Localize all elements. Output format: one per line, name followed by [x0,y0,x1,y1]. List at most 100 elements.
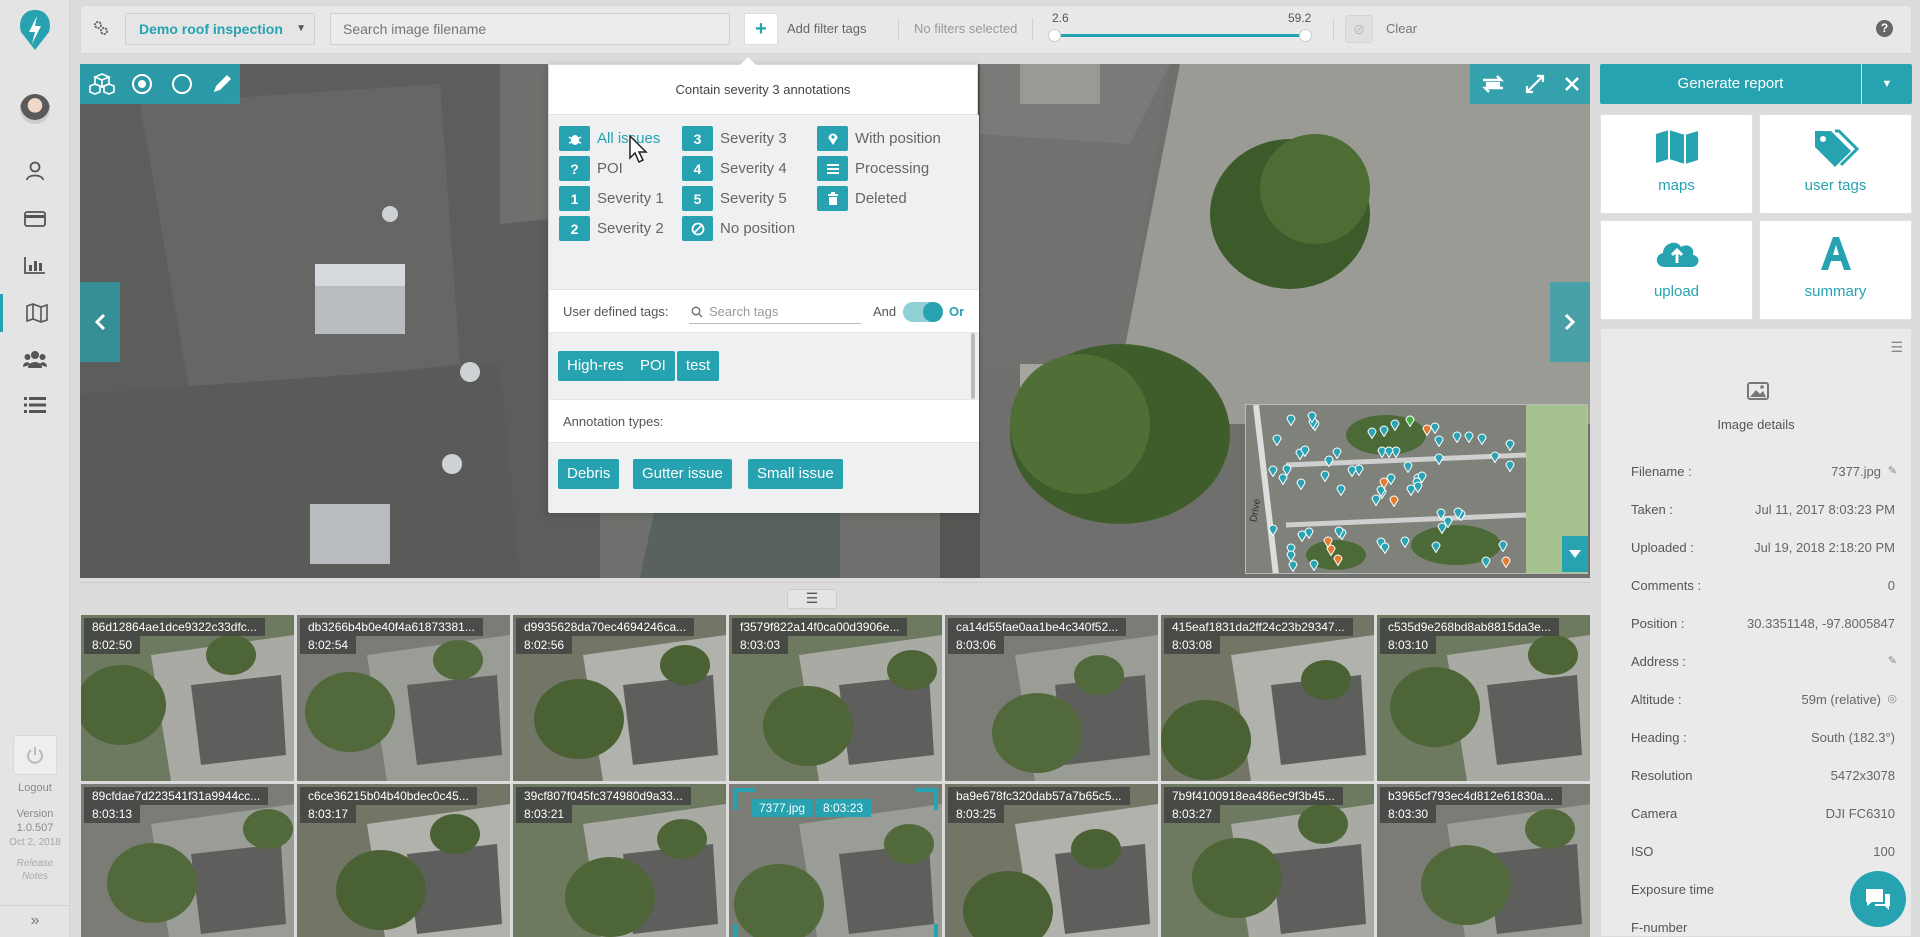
annotation-type-chip[interactable]: Gutter issue [633,459,732,489]
tag-chip[interactable]: test [677,351,720,381]
filter-severity-3[interactable]: 3 Severity 3 [682,126,787,151]
filter-severity-2[interactable]: 2 Severity 2 [559,216,664,241]
pencil-icon[interactable] [208,70,236,98]
avatar[interactable] [20,94,50,124]
map-pin-icon[interactable] [1400,535,1410,549]
filter-processing[interactable]: Processing [817,156,929,181]
image-search-input[interactable] [330,13,730,45]
filter-with-position[interactable]: With position [817,126,941,151]
map-pin-icon[interactable] [1498,539,1508,553]
filter-deleted[interactable]: Deleted [817,186,907,211]
next-image-arrow[interactable] [1550,282,1590,362]
add-filter-button[interactable]: + [744,13,778,45]
map-pin-icon[interactable] [1286,413,1296,427]
map-pin-icon[interactable] [1307,410,1317,424]
image-thumbnail[interactable]: f3579f822a14f0ca00d3906e... 8:03:03 [729,615,942,781]
power-icon[interactable] [13,735,57,775]
settings-gears-icon[interactable] [93,20,109,36]
project-select[interactable]: Demo roof inspection ▼ [125,13,315,45]
maps-tile[interactable]: maps [1600,114,1753,214]
map-pin-icon[interactable] [1389,494,1399,508]
dropdown-scrollbar[interactable] [971,333,975,399]
generate-report-button[interactable]: Generate report [1600,64,1861,104]
image-thumbnail[interactable]: d9935628da70ec4694246ca... 8:02:56 [513,615,726,781]
image-thumbnail[interactable]: 89cfdae7d223541f31a9944cc... 8:03:13 [81,784,294,937]
map-pin-icon[interactable] [1367,426,1377,440]
map-pin-icon[interactable] [1323,535,1333,549]
map-pin-icon[interactable] [1452,430,1462,444]
filter-no-position[interactable]: No position [682,216,795,241]
map-pin-icon[interactable] [1385,472,1396,486]
map-pin-icon[interactable] [1288,559,1298,573]
filter-severity-1[interactable]: 1 Severity 1 [559,186,664,211]
slider-min-handle[interactable] [1048,29,1061,42]
clear-filters-button[interactable]: Clear [1386,21,1417,36]
add-filter-tags-label[interactable]: Add filter tags [787,21,867,36]
image-thumbnail[interactable]: ba9e678fc320dab57a7b65c5... 8:03:25 [945,784,1158,937]
target-circle-icon[interactable] [128,70,156,98]
edit-icon[interactable]: ✎ [1888,464,1897,477]
circle-tool-icon[interactable] [168,70,196,98]
map-pin-icon[interactable] [1268,523,1278,537]
tag-chip[interactable]: POI [631,351,675,381]
cubes-icon[interactable] [88,70,116,98]
upload-tile[interactable]: upload [1600,220,1753,320]
tag-search-input[interactable]: Search tags [689,300,861,324]
map-pin-icon[interactable] [1272,433,1282,447]
map-pin-icon[interactable] [1297,529,1307,543]
map-icon[interactable] [0,294,70,332]
edit-icon[interactable]: ✎ [1888,654,1897,667]
map-pin-icon[interactable] [1320,469,1330,483]
image-thumbnail[interactable]: db3266b4b0e40f4a61873381... 8:02:54 [297,615,510,781]
map-pin-icon[interactable] [1413,480,1423,494]
map-pin-icon[interactable] [1384,445,1394,459]
and-or-toggle[interactable] [903,302,943,322]
map-pin-icon[interactable] [1324,454,1334,468]
map-pin-icon[interactable] [1481,555,1491,569]
list-icon[interactable] [0,386,70,424]
filter-severity-4[interactable]: 4 Severity 4 [682,156,787,181]
map-pin-icon[interactable] [1431,540,1441,554]
image-thumbnail[interactable]: ca14d55fae0aa1be4c340f52... 8:03:06 [945,615,1158,781]
map-pin-icon[interactable] [1422,423,1432,437]
map-pin-icon[interactable] [1464,430,1474,444]
map-pin-icon[interactable] [1453,506,1463,520]
tag-chip[interactable]: High-res [558,351,633,381]
annotation-type-chip[interactable]: Small issue [748,459,843,489]
minimap-toggle-button[interactable] [1562,536,1588,572]
map-pin-icon[interactable] [1333,553,1343,567]
map-pin-icon[interactable] [1443,515,1453,529]
slider-max-handle[interactable] [1299,29,1312,42]
image-thumbnail[interactable]: 7b9f4100918ea486ec9f3b45... 8:03:27 [1161,784,1374,937]
image-thumbnail[interactable]: c6ce36215b04b40bdec0c45... 8:03:17 [297,784,510,937]
map-pin-icon[interactable] [1380,541,1390,555]
report-options-dropdown[interactable]: ▼ [1862,64,1912,104]
team-icon[interactable] [0,340,70,378]
annotation-type-chip[interactable]: Debris [558,459,620,489]
image-thumbnail[interactable]: 7377.jpg 8:03:23 [729,784,942,937]
minimap[interactable]: Drive [1245,404,1588,574]
rotate-icon[interactable] [1480,74,1506,94]
filter-poi[interactable]: ? POI [559,156,623,181]
image-thumbnail[interactable]: 86d12864ae1dce9322c33dfc... 8:02:50 [81,615,294,781]
image-thumbnail[interactable]: 415eaf1831da2ff24c23b29347... 8:03:08 [1161,615,1374,781]
drag-handle-icon[interactable]: ☰ [787,589,837,609]
map-pin-icon[interactable] [1282,463,1292,477]
map-pin-icon[interactable] [1501,555,1511,569]
map-pin-icon[interactable] [1477,432,1487,446]
summary-tile[interactable]: summary [1759,220,1912,320]
info-icon[interactable]: ◎ [1887,692,1897,705]
user-tags-tile[interactable]: user tags [1759,114,1912,214]
image-thumbnail[interactable]: b3965cf793ec4d812e61830a... 8:03:30 [1377,784,1590,937]
help-icon[interactable]: ? [1876,20,1893,37]
release-notes-link[interactable]: Release Notes [0,857,70,883]
map-pin-icon[interactable] [1405,414,1415,428]
map-pin-icon[interactable] [1389,418,1400,432]
map-pin-icon[interactable] [1379,424,1389,437]
hamburger-menu-icon[interactable]: ☰ [1890,339,1903,356]
map-pin-icon[interactable] [1490,450,1500,464]
viewer-splitter[interactable]: ☰ [80,582,1590,609]
chat-button[interactable] [1850,871,1906,927]
credit-card-icon[interactable] [0,200,70,238]
map-pin-icon[interactable] [1403,460,1413,474]
